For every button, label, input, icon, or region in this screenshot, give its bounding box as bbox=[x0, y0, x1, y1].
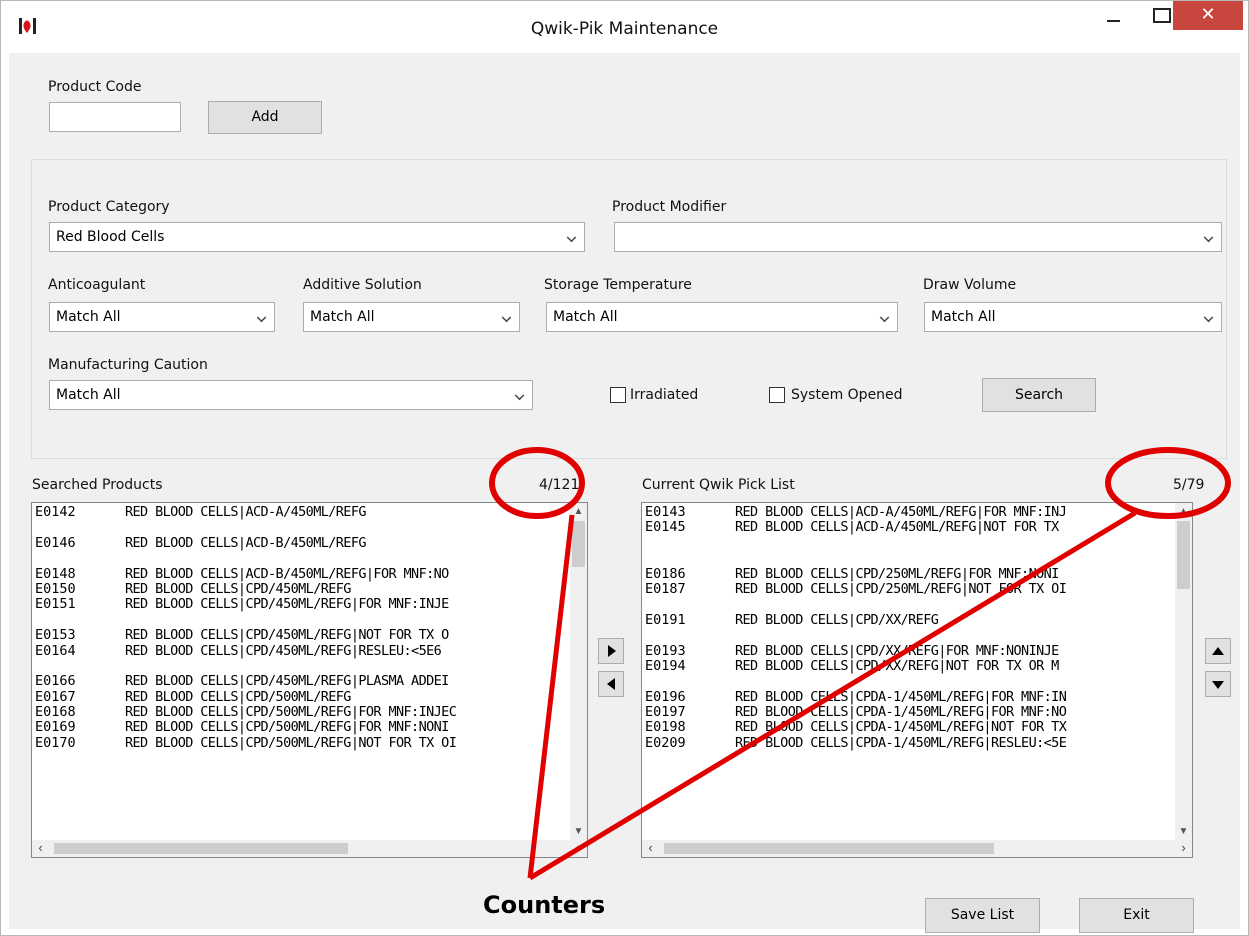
counter-highlight-circle bbox=[489, 447, 585, 519]
annotation-overlay bbox=[489, 447, 1231, 881]
annotation-arrow bbox=[527, 514, 575, 879]
counters-annotation-label: Counters bbox=[483, 891, 606, 919]
annotation-arrow bbox=[528, 510, 1137, 881]
counter-highlight-circle bbox=[1105, 447, 1231, 519]
